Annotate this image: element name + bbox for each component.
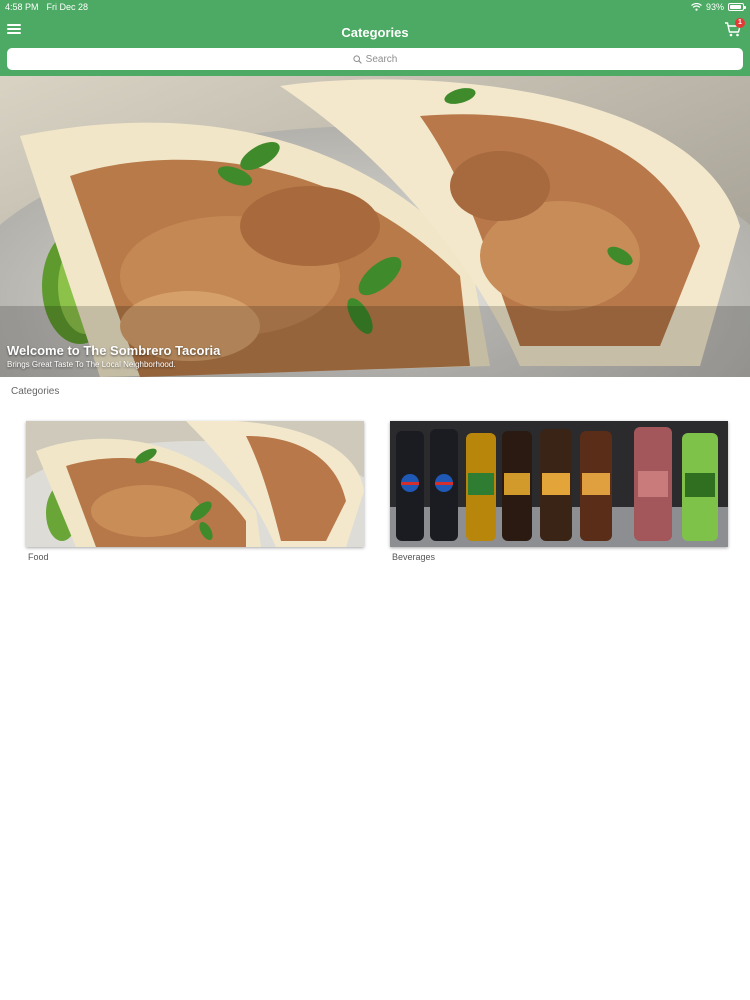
wifi-icon xyxy=(691,3,702,11)
hero-tacos-image xyxy=(0,76,750,377)
search-input[interactable]: Search xyxy=(7,48,743,70)
nav-bar: Categories 1 xyxy=(0,18,750,46)
status-date: Fri Dec 28 xyxy=(46,2,89,12)
cart-button[interactable]: 1 xyxy=(724,18,745,40)
hero-subtitle: Brings Great Taste To The Local Neighbor… xyxy=(7,360,176,369)
cart-count-badge: 1 xyxy=(735,18,745,28)
food-tacos-image xyxy=(26,421,364,547)
hero-banner: Welcome to The Sombrero Tacoria Brings G… xyxy=(0,76,750,377)
search-placeholder: Search xyxy=(365,53,398,65)
category-label-beverages: Beverages xyxy=(392,552,436,562)
status-time: 4:58 PM xyxy=(5,2,39,12)
battery-percent: 93% xyxy=(705,2,724,12)
search-icon xyxy=(353,54,362,64)
category-label-food: Food xyxy=(28,552,49,562)
hero-caption: Welcome to The Sombrero Tacoria Brings G… xyxy=(7,343,220,369)
category-card-food[interactable] xyxy=(26,421,364,547)
battery-level xyxy=(730,5,742,9)
beverages-bottles-image xyxy=(390,421,728,547)
status-bar: 4:58 PM Fri Dec 28 93% xyxy=(0,0,750,14)
section-title: Categories xyxy=(11,386,60,397)
page-title: Categories xyxy=(341,25,409,40)
hero-title: Welcome to The Sombrero Tacoria xyxy=(7,343,221,358)
category-card-beverages[interactable] xyxy=(390,421,728,547)
app-header: 4:58 PM Fri Dec 28 93% Categories 1 Sear… xyxy=(0,0,750,76)
battery-icon xyxy=(728,3,746,11)
